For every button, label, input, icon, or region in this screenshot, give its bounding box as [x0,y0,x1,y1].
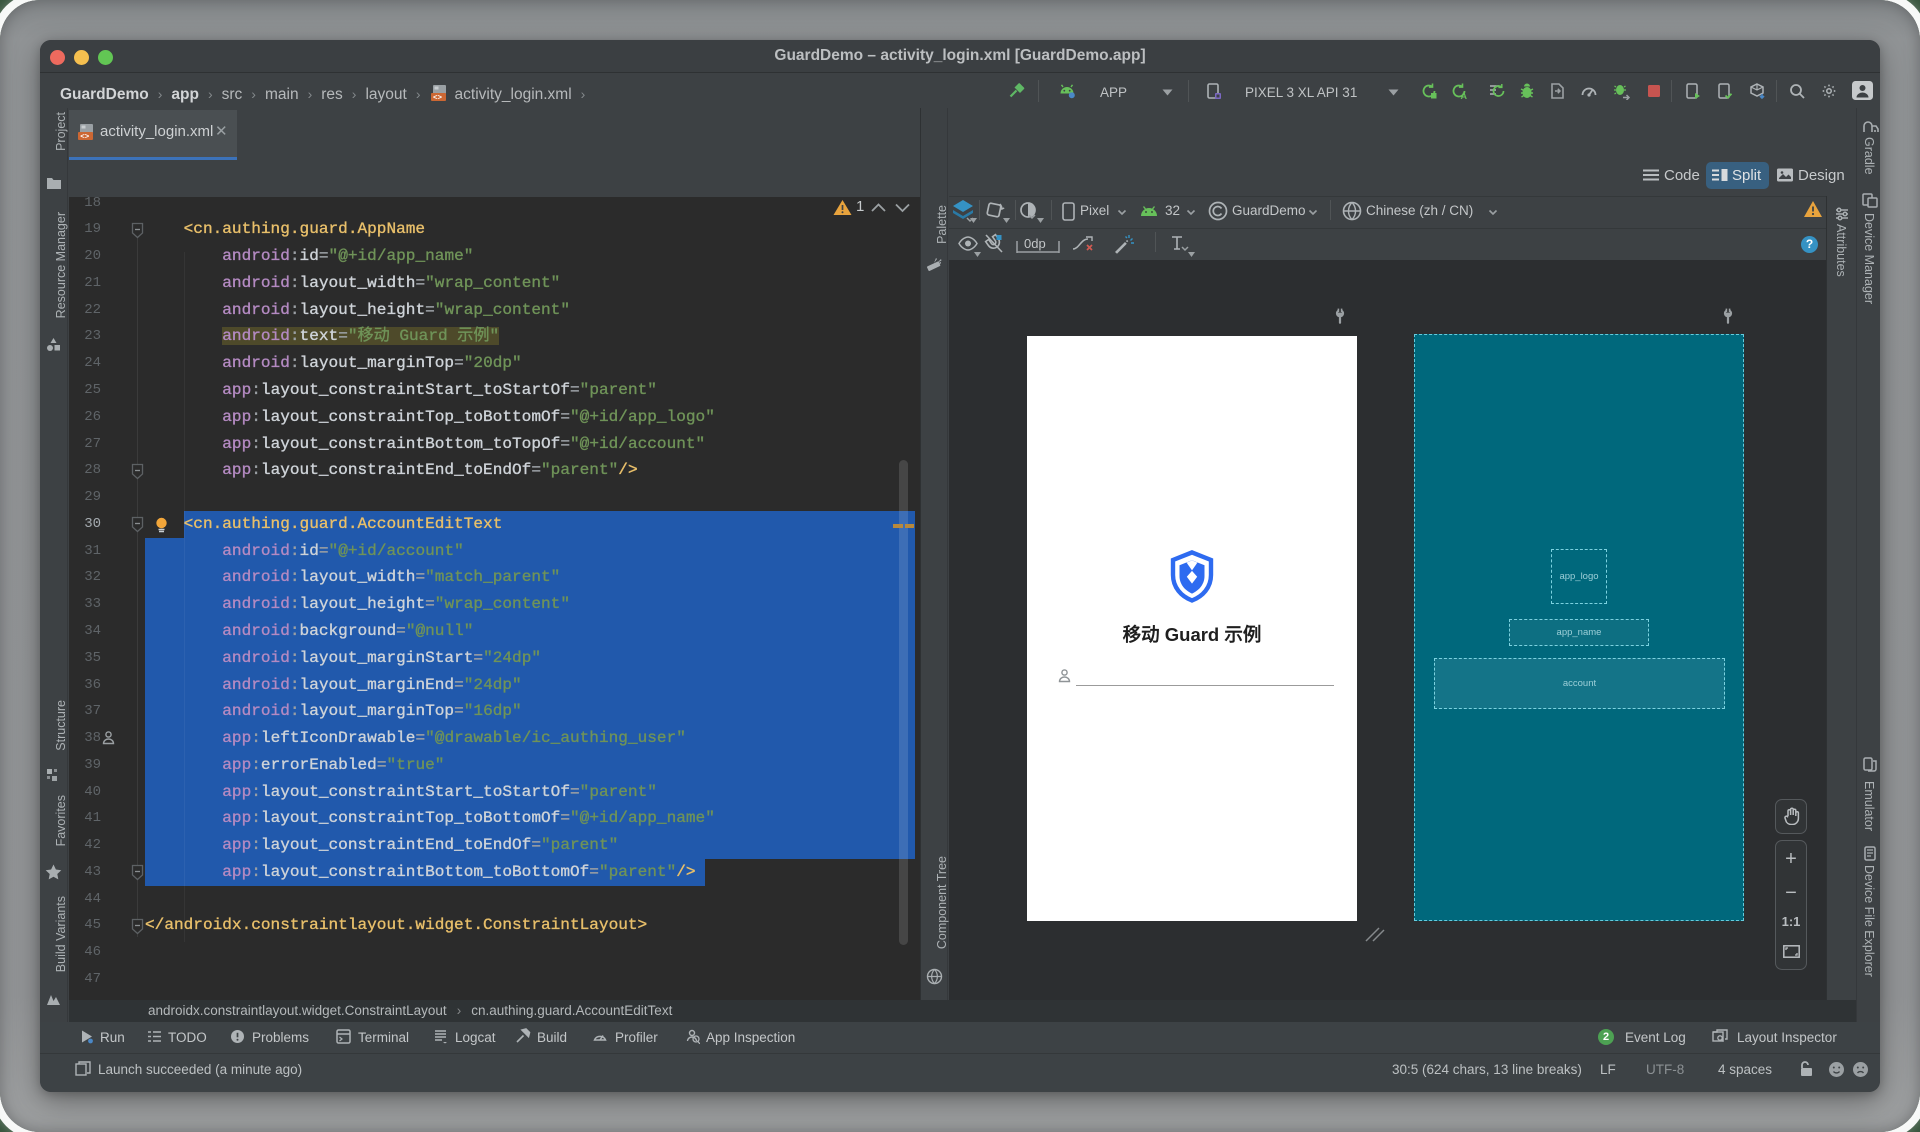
svg-text:<>: <> [433,95,443,103]
svg-text:<>: <> [80,134,90,142]
svg-text:A: A [1461,91,1468,100]
svg-text:0dp: 0dp [1024,236,1046,251]
